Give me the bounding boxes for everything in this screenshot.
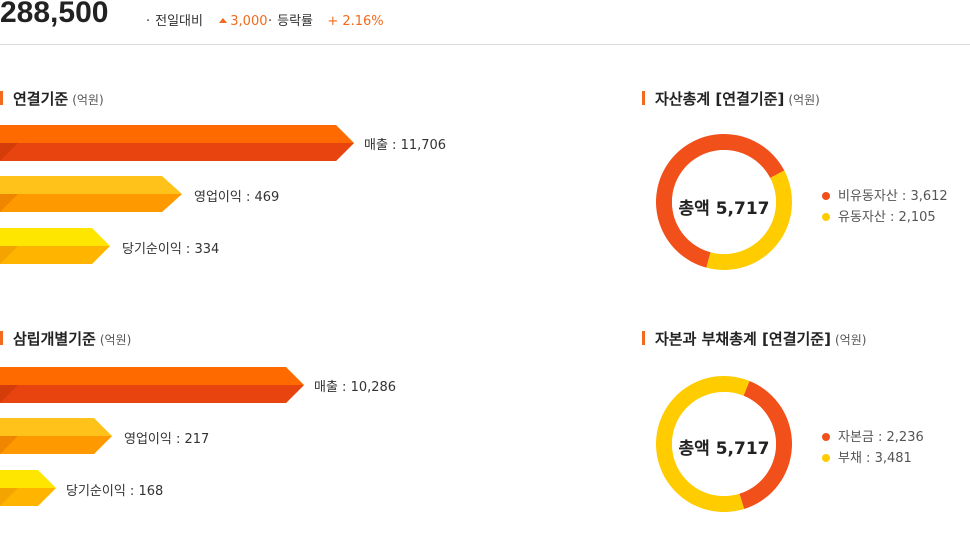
noncurrent-dot-icon [822, 191, 830, 200]
day-change-label: 전일대비 [155, 14, 203, 29]
assets-legend-noncurrent: 비유동자산 : 3,612 [822, 185, 948, 204]
up-arrow-icon [219, 18, 228, 23]
assets-total: 총액 5,717 [678, 199, 770, 219]
liabilities-dot-icon [822, 453, 830, 462]
consolidated-title: 연결기준 (억원) [0, 88, 104, 109]
change-rate-label: 등락률 [277, 14, 314, 29]
consolidated-bar-operating-profit [0, 176, 182, 212]
capital-dot-icon [822, 432, 830, 441]
separate-title: 삼립개별기준 (억원) [0, 328, 131, 349]
consolidated-bar-net-income [0, 228, 110, 264]
assets-legend-current: 유동자산 : 2,105 [822, 206, 936, 225]
consolidated-net-income-label: 당기순이익 : 334 [122, 242, 220, 257]
day-change-value: 3,000 [230, 14, 268, 29]
separate-bar-net-income [0, 470, 56, 506]
capital-legend: 자본금 : 2,236 [822, 426, 924, 445]
capital-liabilities-total: 총액 5,717 [678, 439, 770, 459]
current-dot-icon [822, 212, 830, 221]
separate-bar-operating-profit [0, 418, 112, 454]
stock-price: 288,500 [0, 0, 109, 29]
capital-liabilities-title: 자본과 부채총계 [연결기준] (억원) [642, 328, 866, 349]
consolidated-operating-profit-label: 영업이익 : 469 [194, 190, 280, 205]
liabilities-legend: 부채 : 3,481 [822, 447, 912, 466]
separate-operating-profit-label: 영업이익 : 217 [124, 432, 210, 447]
day-change: · 전일대비 3,000 [146, 14, 268, 29]
consolidated-revenue-label: 매출 : 11,706 [364, 138, 447, 153]
separate-revenue-label: 매출 : 10,286 [314, 380, 397, 395]
divider [0, 44, 970, 45]
change-rate: · 등락률 + 2.16% [268, 14, 384, 29]
change-rate-value: + 2.16% [327, 14, 384, 29]
consolidated-bar-revenue [0, 125, 354, 161]
separate-bar-revenue [0, 367, 304, 403]
separate-net-income-label: 당기순이익 : 168 [66, 484, 164, 499]
